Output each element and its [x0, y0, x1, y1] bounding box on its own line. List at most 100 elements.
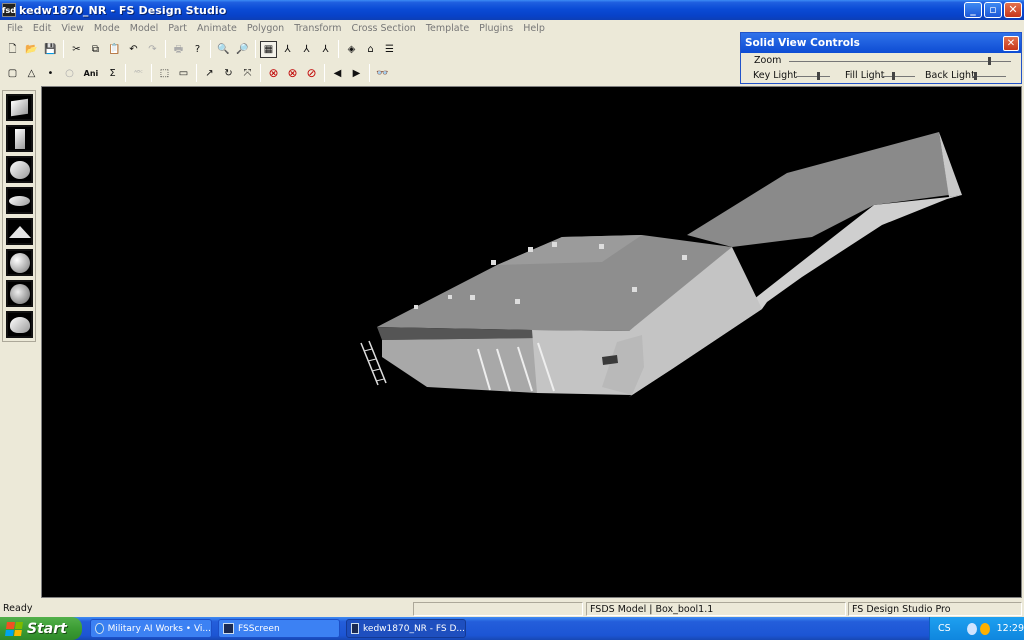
open-folder-icon[interactable]: 📂: [23, 41, 40, 58]
model-ladder-rung: [363, 348, 373, 352]
point-icon[interactable]: •: [42, 65, 59, 82]
menu-view[interactable]: View: [56, 23, 89, 34]
axis-x-icon[interactable]: ⅄: [279, 41, 296, 58]
ellipse-shape-glyph: [9, 195, 30, 206]
solid-view-controls-close-button[interactable]: ✕: [1003, 35, 1019, 51]
start-button[interactable]: Start: [0, 617, 82, 640]
menu-polygon[interactable]: Polygon: [242, 23, 289, 34]
box-shape-icon[interactable]: [6, 94, 33, 121]
zoom-in-icon[interactable]: 🔍: [215, 41, 232, 58]
globe-shape-icon[interactable]: [6, 249, 33, 276]
pyramid-shape-glyph: [8, 225, 31, 238]
solid-view-controls-title: Solid View Controls: [745, 37, 860, 49]
close-button[interactable]: ✕: [1004, 2, 1022, 18]
menu-file[interactable]: File: [2, 23, 28, 34]
undo-icon[interactable]: ↶: [125, 41, 142, 58]
menu-help[interactable]: Help: [518, 23, 550, 34]
minimize-button[interactable]: _: [964, 2, 982, 18]
binoculars-icon[interactable]: 👓: [374, 65, 391, 82]
model-roof-vent: [491, 260, 496, 265]
solid-view-controls-title-bar[interactable]: Solid View Controls ✕: [741, 33, 1021, 53]
cone-shape-icon[interactable]: [6, 311, 33, 338]
solid-view-viewport[interactable]: [41, 86, 1022, 598]
key-light-label: Key Light: [753, 70, 797, 81]
arrow-icon[interactable]: ↗: [201, 65, 218, 82]
menu-animate[interactable]: Animate: [192, 23, 242, 34]
save-icon[interactable]: 💾: [42, 41, 59, 58]
toolbar-separator: [63, 40, 64, 58]
toolbar-separator: [210, 40, 211, 58]
axis-y-icon[interactable]: ⅄: [298, 41, 315, 58]
menu-template[interactable]: Template: [421, 23, 474, 34]
taskbar-item-fs-design-studio[interactable]: kedw1870_NR - FS D...: [346, 619, 466, 638]
model-roof-vent: [470, 295, 475, 300]
globe-shape-2-icon[interactable]: [6, 280, 33, 307]
help-icon[interactable]: ?: [189, 41, 206, 58]
model-roof-vent: [632, 287, 637, 292]
view-3d-icon[interactable]: ◈: [343, 41, 360, 58]
print-icon[interactable]: 🖶: [170, 41, 187, 58]
title-bar[interactable]: fsd kedw1870_NR - FS Design Studio _ ▫ ✕: [0, 0, 1024, 20]
menu-plugins[interactable]: Plugins: [474, 23, 518, 34]
next-icon[interactable]: ▶: [348, 65, 365, 82]
text-icon[interactable]: ᴬᴮᶜ: [130, 65, 147, 82]
ellipse-shape-icon[interactable]: [6, 187, 33, 214]
axis-z-icon[interactable]: ⅄: [317, 41, 334, 58]
redo-icon[interactable]: ↷: [144, 41, 161, 58]
model-roof-vent: [682, 255, 687, 260]
toolbar-separator: [324, 64, 325, 82]
toolbar-separator: [338, 40, 339, 58]
fill-light-slider[interactable]: [881, 76, 915, 77]
security-icon[interactable]: [979, 622, 990, 635]
select-icon[interactable]: ▢: [4, 65, 21, 82]
browser-icon: [95, 623, 104, 634]
previous-icon[interactable]: ◀: [329, 65, 346, 82]
taskbar-item-fsscreen[interactable]: FSScreen: [218, 619, 340, 638]
globe-shape-glyph: [9, 252, 30, 273]
sphere-shape-glyph: [9, 160, 30, 179]
network-icon[interactable]: [966, 622, 977, 635]
app-logo-icon[interactable]: fsd: [2, 3, 16, 17]
paste-icon[interactable]: 📋: [106, 41, 123, 58]
new-file-icon[interactable]: 🗋: [4, 41, 21, 58]
menu-cross-section[interactable]: Cross Section: [346, 23, 420, 34]
language-indicator[interactable]: CS: [938, 623, 951, 634]
key-light-slider[interactable]: [796, 76, 830, 77]
menu-edit[interactable]: Edit: [28, 23, 56, 34]
circle-icon[interactable]: ○: [61, 65, 78, 82]
copy-icon[interactable]: ⧉: [87, 41, 104, 58]
menu-transform[interactable]: Transform: [289, 23, 346, 34]
grid-icon[interactable]: ▦: [260, 40, 277, 58]
pyramid-shape-icon[interactable]: [6, 218, 33, 245]
sphere-shape-icon[interactable]: [6, 156, 33, 183]
triangle-icon[interactable]: △: [23, 65, 40, 82]
zoom-out-icon[interactable]: 🔎: [234, 41, 251, 58]
properties-icon[interactable]: ☰: [381, 41, 398, 58]
ruler-icon[interactable]: ▭: [175, 65, 192, 82]
home-icon[interactable]: ⌂: [362, 41, 379, 58]
marquee-icon[interactable]: ⬚: [156, 65, 173, 82]
key-light-slider-thumb[interactable]: [817, 72, 821, 80]
animation-icon[interactable]: Ani: [80, 65, 102, 82]
rotate-icon[interactable]: ↻: [220, 65, 237, 82]
taskbar-item-military-ai-works[interactable]: Military AI Works • Vi...: [90, 619, 212, 638]
menu-part[interactable]: Part: [163, 23, 192, 34]
menu-model[interactable]: Model: [125, 23, 164, 34]
clock[interactable]: 12:29: [997, 623, 1024, 634]
delete-all-icon[interactable]: ⊘: [303, 65, 320, 82]
delete-part-icon[interactable]: ⊗: [284, 65, 301, 82]
back-light-slider-thumb[interactable]: [974, 72, 978, 80]
cylinder-shape-icon[interactable]: [6, 125, 33, 152]
zoom-slider[interactable]: [789, 61, 1011, 62]
menu-mode[interactable]: Mode: [89, 23, 125, 34]
maximize-button[interactable]: ▫: [984, 2, 1002, 18]
sum-icon[interactable]: Σ: [104, 65, 121, 82]
status-empty: [413, 602, 583, 616]
scale-icon[interactable]: ⤧: [239, 65, 256, 82]
model-roof-vent: [528, 247, 533, 252]
toolbar-separator: [196, 64, 197, 82]
fill-light-slider-thumb[interactable]: [891, 72, 895, 80]
zoom-slider-thumb[interactable]: [987, 57, 991, 65]
cut-icon[interactable]: ✂: [68, 41, 85, 58]
delete-icon[interactable]: ⊗: [265, 65, 282, 82]
